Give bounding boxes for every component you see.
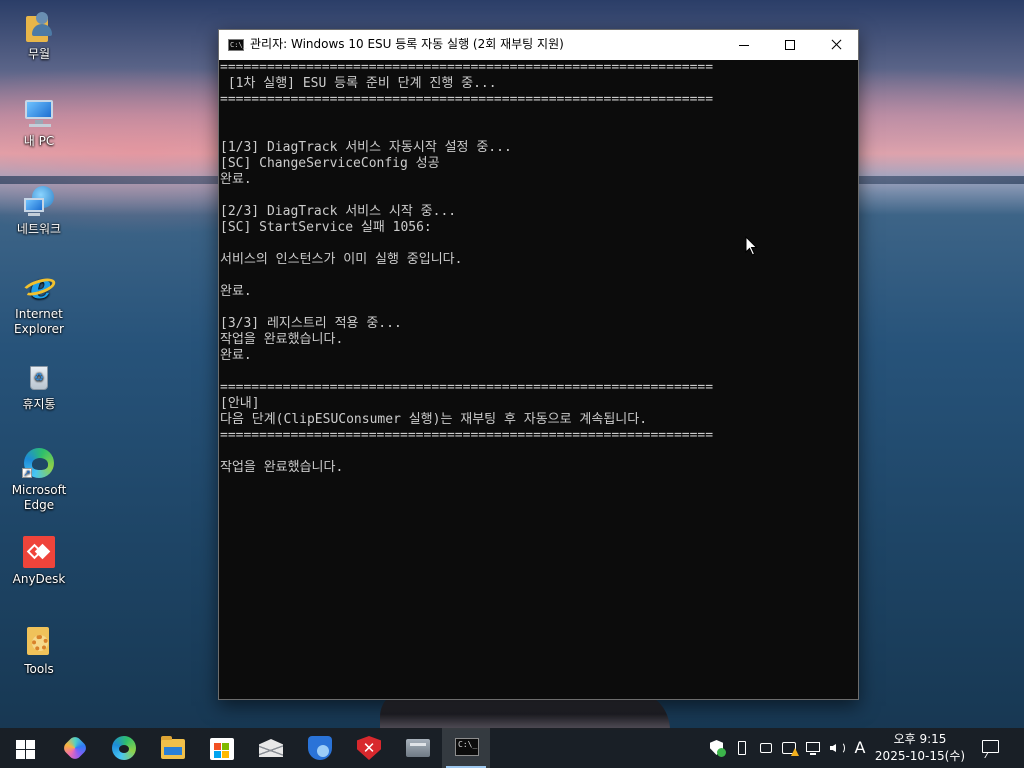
console-line: 완료.	[220, 284, 252, 299]
copilot-icon	[61, 734, 89, 762]
tray-security-status[interactable]	[708, 738, 726, 758]
maximize-icon	[785, 40, 795, 50]
desktop-icon-label: Tools	[24, 662, 54, 676]
console-line: [SC] StartService 실패 1056:	[220, 220, 432, 235]
console-icon: C:\_	[455, 738, 479, 756]
console-line: ========================================…	[220, 60, 714, 75]
desktop-icon-label: AnyDesk	[12, 572, 66, 586]
desktop-icon-user-folder[interactable]: 무월	[1, 10, 77, 62]
security-icon: ✕	[357, 736, 381, 760]
desktop-icon-edge[interactable]: ↗ Microsoft Edge	[1, 446, 77, 513]
console-line: [2/3] DiagTrack 서비스 시작 중...	[220, 204, 457, 219]
folder-icon	[161, 736, 185, 759]
anydesk-icon	[22, 535, 56, 569]
tray-network[interactable]	[804, 738, 822, 758]
maximize-button[interactable]	[767, 30, 813, 60]
console-window[interactable]: C:\_ 관리자: Windows 10 ESU 등록 자동 실행 (2회 재부…	[218, 29, 859, 700]
taskbar-edge[interactable]	[99, 728, 147, 768]
console-line: 완료.	[220, 348, 252, 363]
taskbar-mail[interactable]	[246, 728, 294, 768]
clock-date: 2025-10-15(수)	[874, 749, 966, 763]
mail-icon	[259, 739, 283, 757]
minimize-button[interactable]	[721, 30, 767, 60]
console-line: 다음 단계(ClipESUConsumer 실행)는 재부팅 후 자동으로 계속…	[220, 412, 648, 427]
camera-icon	[760, 743, 772, 753]
internet-explorer-icon: e	[20, 270, 58, 304]
taskbar-virtual-machine[interactable]	[393, 728, 441, 768]
store-icon	[210, 738, 234, 760]
desktop-icon-this-pc[interactable]: 내 PC	[1, 97, 77, 149]
desktop-icon-label: 내 PC	[23, 134, 55, 148]
close-button[interactable]	[813, 30, 859, 60]
clock-time: 오후 9:15	[893, 732, 947, 746]
window-titlebar[interactable]: C:\_ 관리자: Windows 10 ESU 등록 자동 실행 (2회 재부…	[219, 30, 858, 60]
network-icon	[806, 742, 820, 752]
tray-usb[interactable]	[733, 738, 751, 758]
usb-icon	[738, 741, 746, 755]
vm-icon	[406, 739, 430, 757]
taskbar: ✕ C:\_ A 오후 9:15 2025-10-15(수)	[0, 728, 1024, 768]
speaker-icon	[830, 744, 836, 752]
edge-icon: ↗	[22, 446, 56, 480]
check-badge-icon	[717, 748, 726, 757]
computer-icon	[22, 97, 56, 131]
desktop-icon-label: 휴지통	[22, 397, 56, 411]
console-line: 완료.	[220, 172, 252, 187]
minimize-icon	[739, 45, 749, 46]
console-line: [SC] ChangeServiceConfig 성공	[220, 156, 440, 171]
user-folder-icon	[22, 10, 56, 44]
desktop-icon-label: Internet Explorer	[14, 307, 64, 336]
windows-start-icon	[16, 740, 35, 759]
desktop-icon-label: 네트워크	[16, 222, 62, 236]
taskbar-copilot[interactable]	[50, 728, 98, 768]
taskbar-command-prompt[interactable]: C:\_	[442, 728, 490, 768]
desktop-icon-label: Microsoft Edge	[11, 483, 67, 512]
console-line: [1차 실행] ESU 등록 준비 단계 진행 중...	[220, 76, 497, 91]
console-line: ========================================…	[220, 380, 714, 395]
console-icon[interactable]: C:\_	[228, 39, 247, 51]
desktop-icon-internet-explorer[interactable]: e Internet Explorer	[1, 270, 77, 337]
desktop-icon-tools[interactable]: Tools	[1, 625, 77, 677]
network-icon	[22, 185, 56, 219]
desktop-icon-network[interactable]: 네트워크	[1, 185, 77, 237]
desktop-icon-anydesk[interactable]: AnyDesk	[1, 535, 77, 587]
taskbar-shield-app[interactable]	[295, 728, 343, 768]
recycle-bin-icon: ♻	[22, 360, 56, 394]
console-output[interactable]: ========================================…	[220, 60, 857, 698]
taskbar-file-explorer[interactable]	[148, 728, 196, 768]
console-line: ========================================…	[220, 428, 714, 443]
tray-volume[interactable]	[828, 738, 846, 758]
taskbar-security[interactable]: ✕	[344, 728, 392, 768]
tray-camera[interactable]	[757, 738, 775, 758]
tray-device-warning[interactable]	[780, 738, 799, 758]
taskbar-store[interactable]	[197, 728, 245, 768]
notification-button[interactable]	[980, 738, 1002, 758]
start-button[interactable]	[0, 728, 48, 768]
console-line: [안내]	[220, 396, 260, 411]
console-line: 서비스의 인스턴스가 이미 실행 중입니다.	[220, 252, 463, 267]
tray-input-method[interactable]: A	[850, 738, 870, 758]
console-line: 작업을 완료했습니다.	[220, 332, 344, 347]
console-line: [1/3] DiagTrack 서비스 자동시작 설정 중...	[220, 140, 512, 155]
console-line: 작업을 완료했습니다.	[220, 460, 344, 475]
taskbar-clock[interactable]: 오후 9:15 2025-10-15(수)	[872, 731, 968, 765]
desktop-icon-label: 무월	[27, 47, 51, 61]
console-line: [3/3] 레지스트리 적용 중...	[220, 316, 402, 331]
console-line: ========================================…	[220, 92, 714, 107]
edge-icon	[112, 736, 136, 760]
desktop-icon-recycle-bin[interactable]: ♻ 휴지통	[1, 360, 77, 412]
shield-icon	[308, 736, 332, 760]
tools-icon	[22, 625, 56, 659]
window-title: 관리자: Windows 10 ESU 등록 자동 실행 (2회 재부팅 지원)	[250, 37, 564, 51]
